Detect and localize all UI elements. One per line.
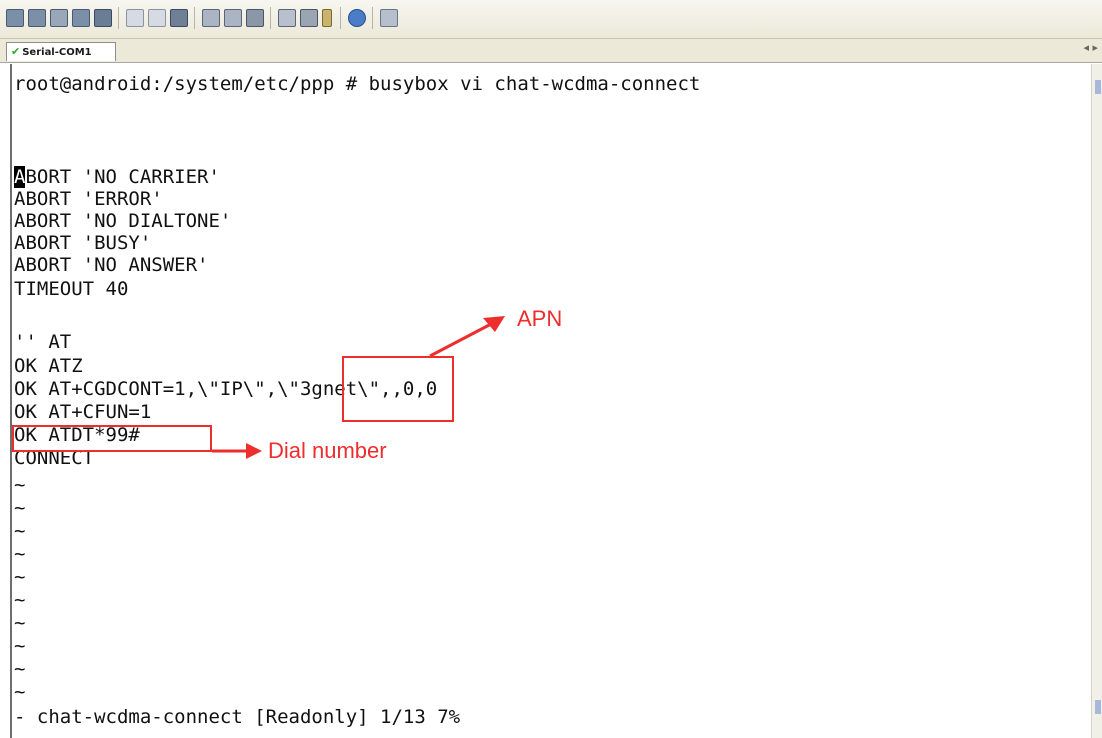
terminal-line: ABORT 'ERROR' — [14, 188, 163, 210]
tab-serial-com1[interactable]: ✔ Serial-COM1 — [6, 42, 116, 61]
terminal-line: TIMEOUT 40 — [14, 278, 129, 300]
help-icon[interactable] — [348, 9, 366, 27]
tab-label: Serial-COM1 — [22, 47, 92, 58]
toolbar-separator — [372, 7, 373, 29]
apn-highlight-box — [342, 356, 454, 422]
toolbar-separator — [194, 7, 195, 29]
tilde-line: ~ — [14, 635, 26, 657]
tilde-line: ~ — [14, 520, 26, 542]
tilde-line: ~ — [14, 589, 26, 611]
settings-icon[interactable] — [300, 9, 318, 27]
toolbar — [0, 0, 1102, 39]
tab-strip: ✔ Serial-COM1 ◂ ▸ — [0, 39, 1102, 63]
cursor: A — [14, 166, 26, 188]
reconnect-icon[interactable] — [28, 9, 46, 27]
tilde-line: ~ — [14, 474, 26, 496]
tilde-line: ~ — [14, 497, 26, 519]
terminal-line: OK ATZ — [14, 355, 83, 377]
disconnect-icon[interactable] — [50, 9, 68, 27]
tilde-line: ~ — [14, 612, 26, 634]
terminal-line: ABORT 'BUSY' — [14, 232, 152, 254]
paste-icon[interactable] — [148, 9, 166, 27]
key-icon[interactable] — [322, 9, 332, 27]
print-setup-icon[interactable] — [224, 9, 242, 27]
apn-label: APN — [517, 306, 563, 331]
check-icon: ✔ — [11, 45, 21, 58]
terminal-line: ABORT 'NO CARRIER' — [14, 166, 220, 188]
tilde-line: ~ — [14, 543, 26, 565]
scroll-down-icon[interactable] — [1095, 700, 1101, 714]
toolbar-separator — [118, 7, 119, 29]
terminal-line: OK AT+CFUN=1 — [14, 401, 152, 423]
tilde-line: ~ — [14, 658, 26, 680]
scroll-up-icon[interactable] — [1095, 80, 1101, 94]
toolbar-separator — [340, 7, 341, 29]
toolbar-separator — [270, 7, 271, 29]
session-options-icon[interactable] — [278, 9, 296, 27]
find-icon[interactable] — [170, 9, 188, 27]
terminal-line: ABORT 'NO DIALTONE' — [14, 210, 232, 232]
connect-icon[interactable] — [6, 9, 24, 27]
scrollbar[interactable] — [1091, 64, 1102, 738]
tilde-line: ~ — [14, 566, 26, 588]
connect-all-icon[interactable] — [72, 9, 90, 27]
tilde-line: ~ — [14, 681, 26, 703]
print-icon[interactable] — [202, 9, 220, 27]
status-line: - chat-wcdma-connect [Readonly] 1/13 7% — [14, 706, 461, 728]
prompt-line: root@android:/system/etc/ppp # busybox v… — [14, 73, 701, 95]
terminal-line: ABORT 'NO ANSWER' — [14, 254, 209, 276]
print-screen-icon[interactable] — [246, 9, 264, 27]
dial-number-highlight-box — [12, 425, 212, 452]
close-session-icon[interactable] — [94, 9, 112, 27]
terminal-line: '' AT — [14, 331, 72, 353]
extra-icon[interactable] — [380, 9, 398, 27]
dial-number-label: Dial number — [268, 438, 387, 463]
copy-icon[interactable] — [126, 9, 144, 27]
tab-scroll-arrows[interactable]: ◂ ▸ — [1083, 41, 1098, 54]
